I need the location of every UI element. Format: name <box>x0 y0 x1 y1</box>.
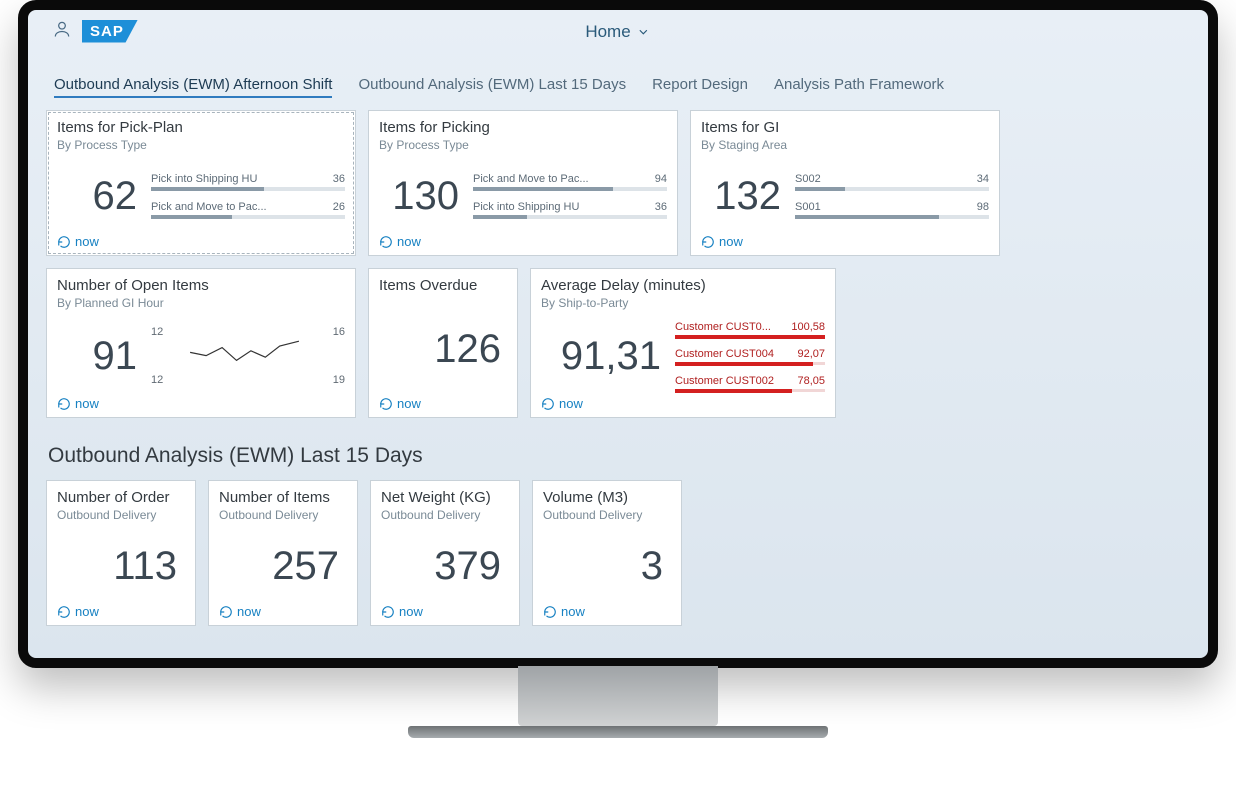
card-volume[interactable]: Volume (M3) Outbound Delivery 3 now <box>532 480 682 626</box>
kpi-row-2: Number of Open Items By Planned GI Hour … <box>46 268 1190 418</box>
card-subtitle: Outbound Delivery <box>381 508 509 522</box>
bar-list: Customer CUST0...100,58 Customer CUST004… <box>675 321 825 392</box>
card-title: Average Delay (minutes) <box>541 277 825 294</box>
tab-analysis-path[interactable]: Analysis Path Framework <box>774 76 944 98</box>
monitor-base <box>408 726 828 738</box>
app-screen: SAP Home Outbound Analysis (EWM) Afterno… <box>28 18 1208 642</box>
card-title: Volume (M3) <box>543 489 671 506</box>
refresh-icon <box>219 605 233 619</box>
refresh-icon <box>701 235 715 249</box>
refresh-icon <box>379 397 393 411</box>
card-title: Number of Open Items <box>57 277 345 294</box>
top-bar-left: SAP <box>46 15 144 50</box>
card-pick-plan[interactable]: Items for Pick-Plan By Process Type 62 P… <box>46 110 356 256</box>
bar-list: S00234 S00198 <box>795 173 989 219</box>
kpi-value: 132 <box>701 174 781 219</box>
card-orders[interactable]: Number of Order Outbound Delivery 113 no… <box>46 480 196 626</box>
card-subtitle: Outbound Delivery <box>57 508 185 522</box>
tab-last-15-days[interactable]: Outbound Analysis (EWM) Last 15 Days <box>358 76 626 98</box>
card-picking[interactable]: Items for Picking By Process Type 130 Pi… <box>368 110 678 256</box>
kpi-value: 379 <box>381 544 509 589</box>
refresh-icon <box>381 605 395 619</box>
card-overdue[interactable]: Items Overdue 126 now <box>368 268 518 418</box>
sap-logo: SAP <box>82 20 138 43</box>
card-items[interactable]: Number of Items Outbound Delivery 257 no… <box>208 480 358 626</box>
refresh-button[interactable]: now <box>57 230 345 249</box>
tab-afternoon-shift[interactable]: Outbound Analysis (EWM) Afternoon Shift <box>54 76 332 98</box>
bar-list: Pick into Shipping HU36 Pick and Move to… <box>151 173 345 219</box>
refresh-button[interactable]: now <box>701 230 989 249</box>
refresh-button[interactable]: now <box>381 600 509 619</box>
chevron-down-icon <box>637 25 651 39</box>
refresh-button[interactable]: now <box>219 600 347 619</box>
card-title: Number of Order <box>57 489 185 506</box>
card-subtitle: By Ship-to-Party <box>541 296 825 310</box>
refresh-icon <box>543 605 557 619</box>
refresh-icon <box>57 397 71 411</box>
card-title: Number of Items <box>219 489 347 506</box>
kpi-value: 3 <box>543 544 671 589</box>
card-subtitle: Outbound Delivery <box>219 508 347 522</box>
home-dropdown[interactable]: Home <box>585 22 650 42</box>
kpi-value: 126 <box>379 327 507 372</box>
card-title: Items for Picking <box>379 119 667 136</box>
kpi-value: 91 <box>57 334 137 379</box>
refresh-button[interactable]: now <box>57 392 345 411</box>
card-subtitle: By Process Type <box>379 138 667 152</box>
card-title: Net Weight (KG) <box>381 489 509 506</box>
refresh-button[interactable]: now <box>57 600 185 619</box>
card-subtitle: By Staging Area <box>701 138 989 152</box>
kpi-value: 130 <box>379 174 459 219</box>
card-net-weight[interactable]: Net Weight (KG) Outbound Delivery 379 no… <box>370 480 520 626</box>
bar-item: Pick into Shipping HU36 <box>151 173 345 191</box>
refresh-icon <box>541 397 555 411</box>
user-icon[interactable] <box>52 19 72 44</box>
refresh-button[interactable]: now <box>541 392 825 411</box>
tab-report-design[interactable]: Report Design <box>652 76 748 98</box>
monitor-frame: SAP Home Outbound Analysis (EWM) Afterno… <box>18 0 1218 668</box>
card-subtitle: By Process Type <box>57 138 345 152</box>
home-label: Home <box>585 22 630 42</box>
sparkline-chart: 12 16 12 19 <box>151 326 345 386</box>
refresh-button[interactable]: now <box>379 392 507 411</box>
bar-item: Pick and Move to Pac...26 <box>151 201 345 219</box>
card-avg-delay[interactable]: Average Delay (minutes) By Ship-to-Party… <box>530 268 836 418</box>
refresh-icon <box>57 605 71 619</box>
card-title: Items for Pick-Plan <box>57 119 345 136</box>
top-bar: SAP Home <box>46 18 1190 46</box>
card-title: Items for GI <box>701 119 989 136</box>
refresh-icon <box>379 235 393 249</box>
card-title: Items Overdue <box>379 277 507 294</box>
kpi-row-1: Items for Pick-Plan By Process Type 62 P… <box>46 110 1190 256</box>
card-subtitle: Outbound Delivery <box>543 508 671 522</box>
tab-bar: Outbound Analysis (EWM) Afternoon Shift … <box>46 46 1190 110</box>
kpi-value: 113 <box>57 544 185 589</box>
refresh-icon <box>57 235 71 249</box>
refresh-button[interactable]: now <box>379 230 667 249</box>
card-subtitle: By Planned GI Hour <box>57 296 345 310</box>
card-gi[interactable]: Items for GI By Staging Area 132 S00234 … <box>690 110 1000 256</box>
kpi-value: 257 <box>219 544 347 589</box>
monitor-stand <box>518 666 718 726</box>
refresh-button[interactable]: now <box>543 600 671 619</box>
card-open-items[interactable]: Number of Open Items By Planned GI Hour … <box>46 268 356 418</box>
section-title: Outbound Analysis (EWM) Last 15 Days <box>46 430 1190 480</box>
kpi-value: 62 <box>57 174 137 219</box>
bar-list: Pick and Move to Pac...94 Pick into Ship… <box>473 173 667 219</box>
kpi-value: 91,31 <box>541 334 661 379</box>
kpi-row-3: Number of Order Outbound Delivery 113 no… <box>46 480 1190 626</box>
